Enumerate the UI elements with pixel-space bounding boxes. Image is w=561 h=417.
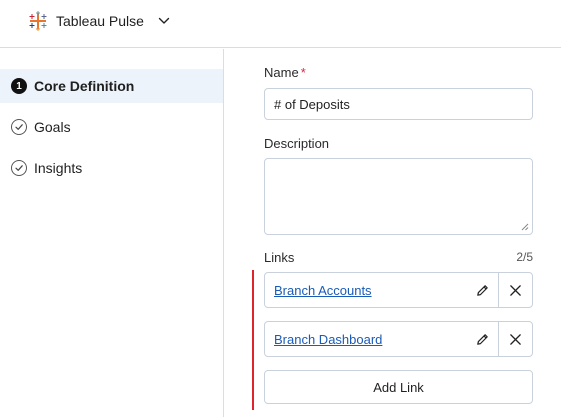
step-sidebar: 1 Core Definition Goals Insights [0,49,224,417]
add-link-button[interactable]: Add Link [264,370,533,404]
link-branch-accounts[interactable]: Branch Accounts [274,283,372,298]
close-icon [510,333,521,345]
edit-link-button[interactable] [466,322,498,356]
sidebar-item-goals[interactable]: Goals [0,110,223,144]
link-item: Branch Accounts [264,272,533,308]
top-bar: Tableau Pulse [0,0,561,48]
name-label: Name * [264,65,306,80]
link-branch-dashboard[interactable]: Branch Dashboard [274,332,382,347]
sidebar-item-label: Core Definition [34,78,135,94]
validation-indicator-bar [252,270,254,410]
sidebar-item-label: Goals [34,119,71,135]
step-number-badge: 1 [11,78,27,94]
links-count: 2/5 [516,250,533,264]
sidebar-item-insights[interactable]: Insights [0,151,223,185]
remove-link-button[interactable] [498,322,532,356]
close-icon [510,284,521,296]
app-switcher[interactable]: Tableau Pulse [28,10,170,32]
description-label: Description [264,136,330,151]
remove-link-button[interactable] [498,273,532,307]
tableau-logo-icon [29,11,47,31]
pencil-icon [476,284,488,296]
link-item: Branch Dashboard [264,321,533,357]
name-label-text: Name [264,65,299,80]
name-input[interactable] [264,88,533,120]
links-label: Links [264,250,295,265]
sidebar-item-core-definition[interactable]: 1 Core Definition [0,69,223,103]
check-circle-icon [11,119,27,135]
chevron-down-icon [158,17,170,24]
required-marker: * [300,65,306,80]
check-circle-icon [11,160,27,176]
resize-handle-icon[interactable] [521,223,529,231]
description-input[interactable] [264,158,533,235]
edit-link-button[interactable] [466,273,498,307]
app-name: Tableau Pulse [56,13,144,29]
sidebar-item-label: Insights [34,160,83,176]
pencil-icon [476,333,488,345]
